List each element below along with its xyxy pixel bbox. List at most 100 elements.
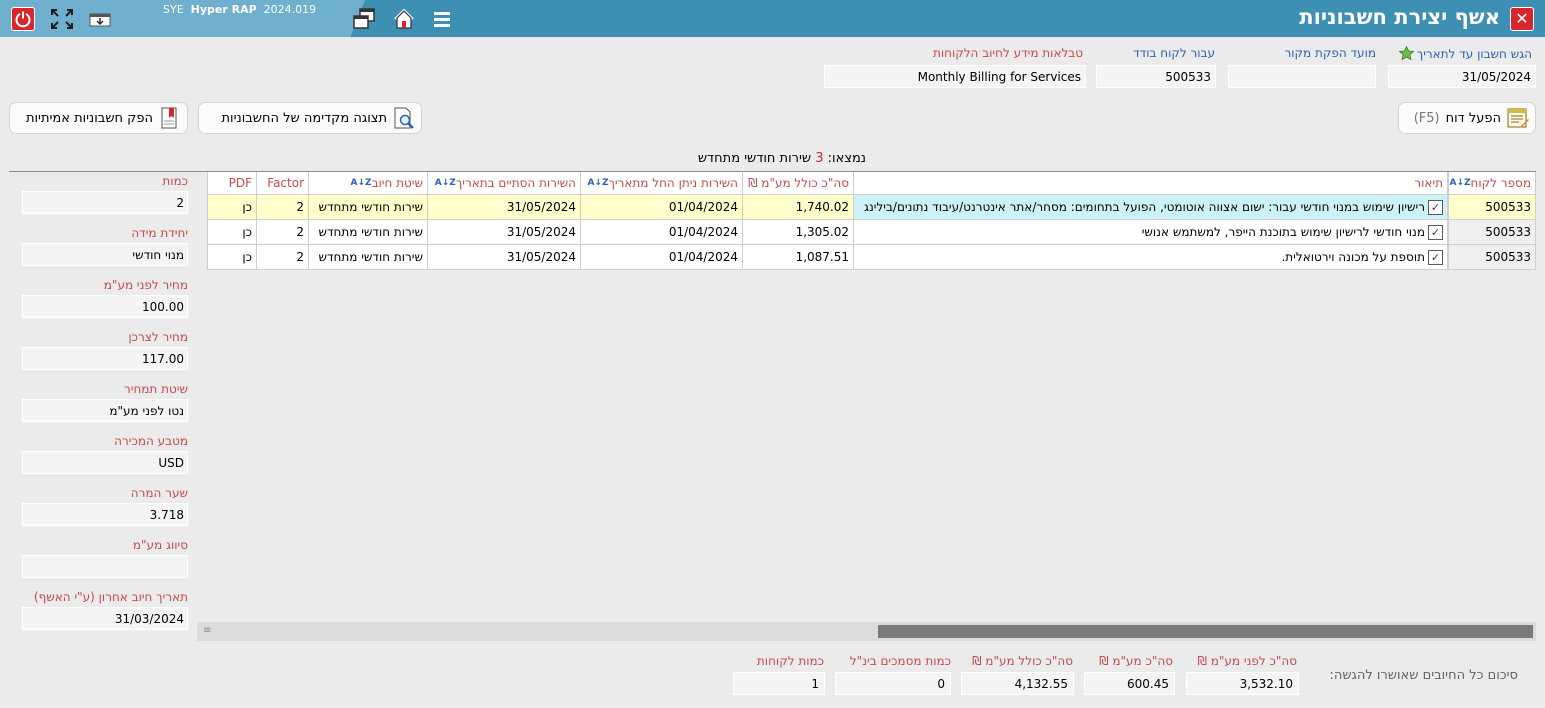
scroll-grip-icon: ≡: [203, 625, 212, 636]
table-row[interactable]: 500533 ✓ תוספת על מכונה וירטואלית. 1,087.…: [207, 245, 1536, 270]
found-suffix: שירות חודשי מתחדש: [697, 151, 812, 166]
source-label: מועד הפקת מקור: [1284, 46, 1376, 60]
side-field-consumer-price[interactable]: 117.00: [22, 347, 188, 370]
side-field-last-billing[interactable]: 31/03/2024: [22, 607, 188, 630]
cell-method: שירות חודשי מתחדש: [309, 245, 428, 270]
cell-from: 01/04/2024: [581, 220, 743, 245]
customer-field[interactable]: 500533: [1096, 65, 1216, 88]
app-version: 2024.019: [263, 3, 317, 16]
issue-invoices-button[interactable]: הפק חשבוניות אמיתיות: [9, 102, 188, 134]
preview-icon: [394, 107, 414, 129]
home-icon[interactable]: [392, 7, 416, 31]
row-checkbox[interactable]: ✓: [1428, 199, 1443, 215]
source-field[interactable]: [1228, 65, 1376, 88]
col-header-factor[interactable]: Factor: [257, 172, 309, 195]
run-report-label: הפעל דוח: [1445, 110, 1501, 126]
summary-label-vat: סה"כ מע"מ ₪: [1099, 654, 1173, 668]
summary-label-intl-docs: כמות מסמכים בינ"ל: [849, 654, 951, 668]
table-row[interactable]: 500533 ✓ מנוי חודשי לרישיון שימוש בתוכנת …: [207, 220, 1536, 245]
minimize-download-icon[interactable]: [88, 7, 112, 31]
scrollbar-thumb[interactable]: [878, 625, 1533, 638]
date-label: הגש חשבון עד לתאריך: [1416, 46, 1532, 61]
side-label-quantity: כמות: [162, 174, 188, 188]
windows-icon[interactable]: [352, 7, 376, 31]
col-header-customer[interactable]: מספר לקוח A↓Z: [1448, 172, 1536, 195]
col-header-from[interactable]: השירות ניתן החל מתאריך A↓Z: [581, 172, 743, 195]
row-checkbox[interactable]: ✓: [1428, 249, 1443, 265]
side-field-pricing-method[interactable]: נטו לפני מע"מ: [22, 399, 188, 422]
summary-label-before-vat: סה"כ לפני מע"מ ₪: [1197, 654, 1297, 668]
app-prefix: SYE: [163, 3, 184, 16]
star-icon: [1398, 46, 1414, 61]
cell-from: 01/04/2024: [581, 245, 743, 270]
side-label-currency: מטבע המכירה: [114, 434, 188, 448]
invoice-bookmark-icon: [161, 107, 177, 129]
side-label-unit: יחידת מידה: [131, 226, 188, 240]
table-row[interactable]: 500533 ✓ רישיון שימוש במנוי חודשי עבור: י…: [207, 195, 1536, 220]
horizontal-scrollbar[interactable]: ≡: [197, 622, 1536, 641]
summary-label-total: סה"כ כולל מע"מ ₪: [972, 654, 1073, 668]
side-label-consumer-price: מחיר לצרכן: [128, 330, 188, 344]
preview-invoices-button[interactable]: תצוגה מקדימה של החשבוניות: [198, 102, 422, 134]
summary-field-intl-docs: 0: [835, 672, 951, 695]
cell-total: 1,740.02: [743, 195, 854, 220]
side-label-exchange-rate: שער המרה: [130, 486, 188, 500]
run-report-button[interactable]: הפעל דוח (F5): [1398, 102, 1536, 134]
col-header-to[interactable]: השירות הסתיים בתאריך A↓Z: [428, 172, 581, 195]
issue-invoices-label: הפק חשבוניות אמיתיות: [25, 110, 153, 126]
cell-pdf: כן: [207, 195, 257, 220]
cell-total: 1,305.02: [743, 220, 854, 245]
cell-to: 31/05/2024: [428, 195, 581, 220]
summary-label-customers: כמות לקוחות: [756, 654, 824, 668]
side-field-exchange-rate[interactable]: 3.718: [22, 503, 188, 526]
cell-customer: 500533: [1448, 245, 1536, 270]
date-field[interactable]: 31/05/2024: [1388, 65, 1536, 88]
run-report-shortcut: (F5): [1413, 110, 1440, 126]
fullscreen-icon[interactable]: [50, 7, 74, 31]
col-header-method[interactable]: שיטת חיוב A↓Z: [309, 172, 428, 195]
report-icon: [1507, 108, 1529, 128]
cell-customer: 500533: [1448, 220, 1536, 245]
close-icon[interactable]: ✕: [1510, 7, 1534, 31]
date-label-group: הגש חשבון עד לתאריך: [1398, 46, 1532, 61]
summary-field-vat: 600.45: [1084, 672, 1175, 695]
side-field-quantity[interactable]: 2: [22, 191, 188, 214]
cell-description: ✓ תוספת על מכונה וירטואלית.: [854, 245, 1448, 270]
preview-invoices-label: תצוגה מקדימה של החשבוניות: [221, 110, 387, 126]
col-header-pdf[interactable]: PDF: [207, 172, 257, 195]
cell-factor: 2: [257, 220, 309, 245]
cell-method: שירות חודשי מתחדש: [309, 220, 428, 245]
sort-icon: A↓Z: [1449, 178, 1471, 188]
summary-field-total: 4,132.55: [961, 672, 1074, 695]
table-label: טבלאות מידע לחיוב הלקוחות: [932, 46, 1083, 60]
row-checkbox[interactable]: ✓: [1428, 224, 1443, 240]
app-name: SYE Hyper RAP 2024.019: [163, 3, 316, 16]
found-count: 3: [815, 151, 824, 166]
found-prefix: נמצאו:: [827, 151, 866, 166]
customer-label: עבור לקוח בודד: [1133, 46, 1215, 60]
side-field-currency[interactable]: USD: [22, 451, 188, 474]
cell-description: ✓ רישיון שימוש במנוי חודשי עבור: ישום אצו…: [854, 195, 1448, 220]
side-label-pricing-method: שיטת תמחיר: [123, 382, 188, 396]
sort-icon: A↓Z: [587, 178, 609, 188]
col-header-total[interactable]: סה"כ כולל מע"מ ₪: [743, 172, 854, 195]
hamburger-menu-icon[interactable]: [430, 7, 454, 31]
table-field[interactable]: Monthly Billing for Services: [824, 65, 1086, 88]
sort-icon: A↓Z: [434, 178, 456, 188]
side-label-vat-class: סיווג מע"מ: [132, 538, 188, 552]
side-field-price-before-vat[interactable]: 100.00: [22, 295, 188, 318]
cell-factor: 2: [257, 245, 309, 270]
power-icon[interactable]: [11, 7, 35, 31]
col-header-description[interactable]: תיאור: [854, 172, 1448, 195]
cell-to: 31/05/2024: [428, 220, 581, 245]
summary-field-customers: 1: [733, 672, 825, 695]
grid-header: מספר לקוח A↓Z תיאור סה"כ כולל מע"מ ₪ השיר…: [207, 172, 1536, 195]
sort-icon: A↓Z: [350, 178, 372, 188]
side-field-unit[interactable]: מנוי חודשי: [22, 243, 188, 266]
summary-field-before-vat: 3,532.10: [1186, 672, 1299, 695]
side-label-price-before-vat: מחיר לפני מע"מ: [103, 278, 188, 292]
side-label-last-billing: תאריך חיוב אחרון (ע"י האשף): [33, 590, 188, 604]
side-field-vat-class[interactable]: [22, 555, 188, 578]
cell-from: 01/04/2024: [581, 195, 743, 220]
cell-pdf: כן: [207, 220, 257, 245]
